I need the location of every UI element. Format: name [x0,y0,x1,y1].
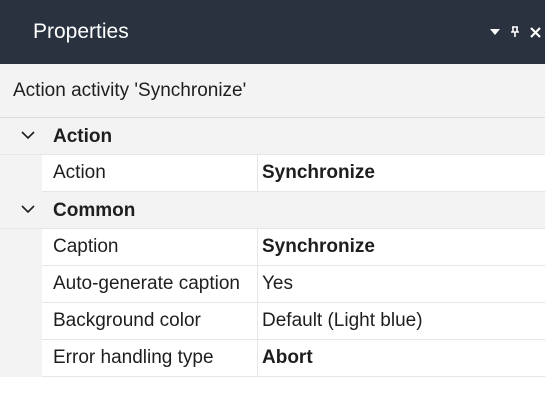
property-value[interactable]: Default (Light blue) [262,303,423,339]
selected-object-text: Action activity 'Synchronize' [13,80,247,101]
chevron-down-icon[interactable] [20,201,36,217]
property-grid: Action Action Synchronize Common Caption… [0,118,545,377]
property-name: Auto-generate caption [42,266,258,302]
property-value[interactable]: Abort [262,340,313,376]
property-value[interactable]: Synchronize [262,229,375,265]
properties-panel: Properties Action activity 'Synchronize'… [0,0,545,399]
category-action[interactable]: Action [0,118,545,155]
chevron-down-icon[interactable] [20,127,36,143]
pin-icon[interactable] [505,0,525,64]
property-name: Error handling type [42,340,258,376]
panel-titlebar: Properties [0,0,545,64]
property-value[interactable]: Yes [262,266,293,302]
selected-object-label: Action activity 'Synchronize' [0,64,545,118]
category-label: Common [53,200,136,221]
property-row-background-color[interactable]: Background color Default (Light blue) [0,303,545,340]
property-name: Action [42,155,258,191]
category-label: Action [53,126,113,147]
property-row-action[interactable]: Action Synchronize [0,155,545,192]
property-row-auto-generate-caption[interactable]: Auto-generate caption Yes [0,266,545,303]
panel-title: Properties [33,20,129,43]
property-value[interactable]: Synchronize [262,155,375,191]
close-icon[interactable] [525,0,545,64]
property-row-error-handling-type[interactable]: Error handling type Abort [0,340,545,377]
category-common[interactable]: Common [0,192,545,229]
property-row-caption[interactable]: Caption Synchronize [0,229,545,266]
caret-down-icon[interactable] [485,0,505,64]
property-name: Caption [42,229,258,265]
property-name: Background color [42,303,258,339]
